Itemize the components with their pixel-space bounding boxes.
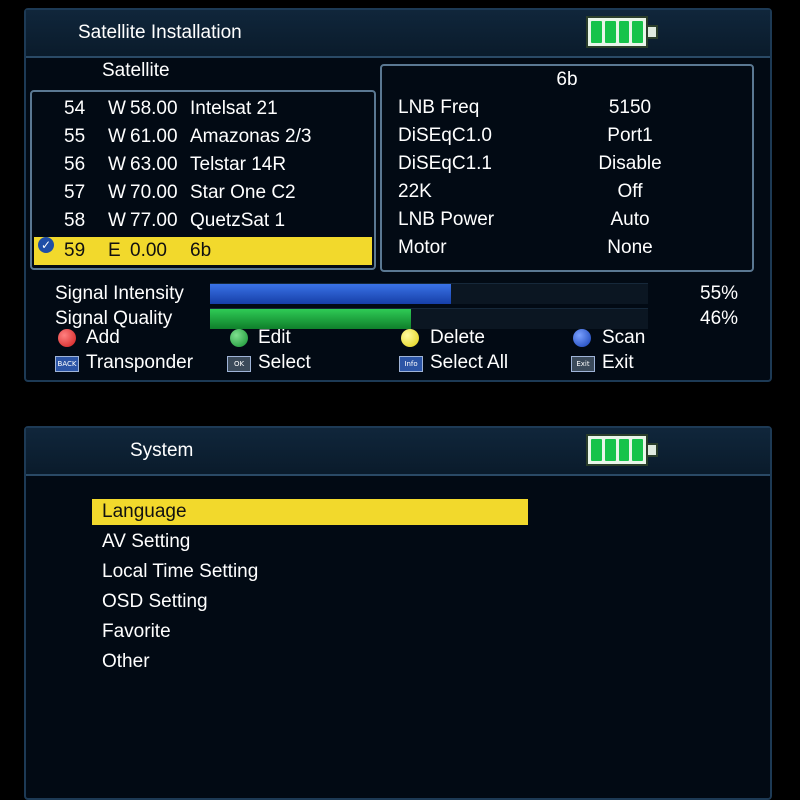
detail-row-diseqc10[interactable]: DiSEqC1.0 Port1 [382,122,752,150]
satellite-row[interactable]: 54 W 58.00 Intelsat 21 [34,95,372,123]
title-bar: Satellite Installation [26,10,770,58]
add-button[interactable]: Add [86,326,120,350]
menu-item-local-time-setting[interactable]: Local Time Setting [92,559,528,585]
check-icon: ✓ [38,237,54,253]
satellite-column-header: Satellite [102,60,170,81]
window-title: System [130,440,194,461]
menu-item-language[interactable]: Language [92,499,528,525]
info-key-icon: Info [399,356,423,372]
menu-item-osd-setting[interactable]: OSD Setting [92,589,528,615]
menu-item-favorite[interactable]: Favorite [92,619,528,645]
satellite-row[interactable]: 57 W 70.00 Star One C2 [34,179,372,207]
exit-button[interactable]: Exit [602,351,634,375]
details-title: 6b [556,69,578,90]
satellite-row[interactable]: 58 W 77.00 QuetzSat 1 [34,207,372,235]
signal-intensity-label: Signal Intensity [55,283,184,304]
satellite-details-panel: 6b LNB Freq 5150 DiSEqC1.0 Port1 DiSEqC1… [380,64,754,272]
satellite-list[interactable]: 54 W 58.00 Intelsat 21 55 W 61.00 Amazon… [30,90,376,270]
detail-row-motor[interactable]: Motor None [382,234,752,262]
ok-key-icon: OK [227,356,251,372]
scan-button[interactable]: Scan [602,326,645,350]
select-all-button[interactable]: Select All [430,351,508,375]
satellite-row[interactable]: 55 W 61.00 Amazonas 2/3 [34,123,372,151]
edit-button[interactable]: Edit [258,326,291,350]
yellow-button-icon [401,329,419,347]
satellite-row-selected[interactable]: ✓ 59 E 0.00 6b [34,237,372,265]
transponder-button[interactable]: Transponder [86,351,193,375]
signal-quality-value: 46% [700,308,739,329]
blue-button-icon [573,329,591,347]
detail-row-lnb-power[interactable]: LNB Power Auto [382,206,752,234]
window-title: Satellite Installation [78,22,242,43]
delete-button[interactable]: Delete [430,326,485,350]
menu-item-other[interactable]: Other [92,649,528,675]
detail-row-diseqc11[interactable]: DiSEqC1.1 Disable [382,150,752,178]
exit-key-icon: Exit [571,356,595,372]
signal-intensity-value: 55% [700,283,739,304]
green-button-icon [230,329,248,347]
satellite-row[interactable]: 56 W 63.00 Telstar 14R [34,151,372,179]
back-key-icon: BACK [55,356,79,372]
detail-row-lnb-freq[interactable]: LNB Freq 5150 [382,94,752,122]
menu-item-av-setting[interactable]: AV Setting [92,529,528,555]
red-button-icon [58,329,76,347]
detail-row-22k[interactable]: 22K Off [382,178,752,206]
signal-intensity-bar [210,283,648,304]
select-button[interactable]: Select [258,351,311,375]
title-bar: System [26,428,770,476]
